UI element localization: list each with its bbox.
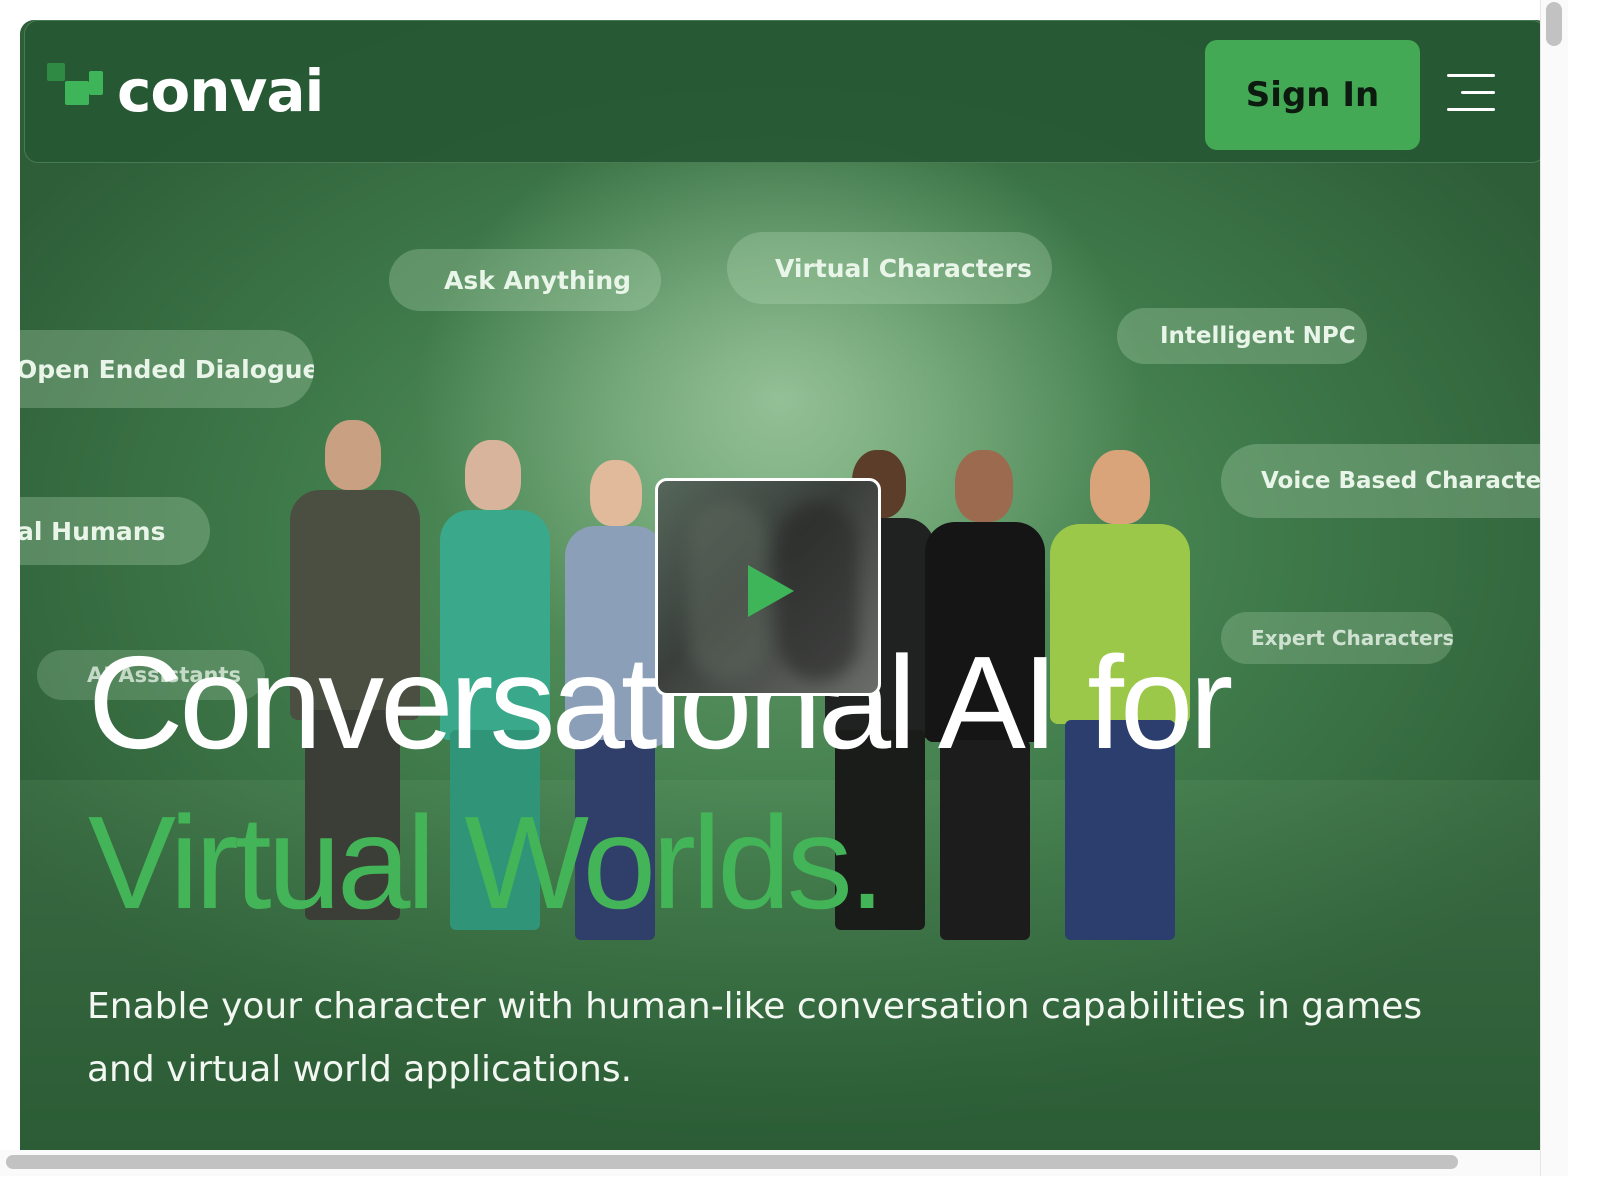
play-icon[interactable] bbox=[748, 565, 794, 617]
pill-virtual-characters: Virtual Characters bbox=[727, 232, 1052, 304]
pill-digital-humans: al Humans bbox=[20, 497, 210, 565]
pill-expert-characters: Expert Characters bbox=[1221, 612, 1453, 664]
video-thumbnail[interactable] bbox=[655, 478, 881, 696]
hero-section: Ask Anything Virtual Characters Intellig… bbox=[20, 20, 1550, 1170]
pill-open-ended-dialogue: Open Ended Dialogue bbox=[20, 330, 314, 408]
hero-headline-line2: Virtual Worlds. bbox=[88, 789, 885, 936]
vertical-scrollbar[interactable] bbox=[1540, 0, 1568, 1200]
pill-voice-based-characters: Voice Based Characters bbox=[1221, 444, 1550, 518]
hero-subtitle: Enable your character with human-like co… bbox=[87, 986, 1423, 1090]
vertical-scrollbar-thumb[interactable] bbox=[1546, 2, 1562, 46]
logo-text: convai bbox=[117, 57, 324, 125]
sign-in-button[interactable]: Sign In bbox=[1205, 40, 1420, 150]
hamburger-menu-icon[interactable] bbox=[1447, 74, 1495, 112]
page-bottom-edge bbox=[0, 1176, 1600, 1200]
browser-viewport: Ask Anything Virtual Characters Intellig… bbox=[0, 0, 1600, 1200]
pill-intelligent-npc: Intelligent NPC bbox=[1117, 308, 1367, 364]
convai-logo[interactable]: convai bbox=[47, 57, 324, 125]
pill-ask-anything: Ask Anything bbox=[389, 249, 661, 311]
convai-logo-icon bbox=[47, 63, 103, 119]
horizontal-scrollbar-thumb[interactable] bbox=[6, 1155, 1458, 1169]
